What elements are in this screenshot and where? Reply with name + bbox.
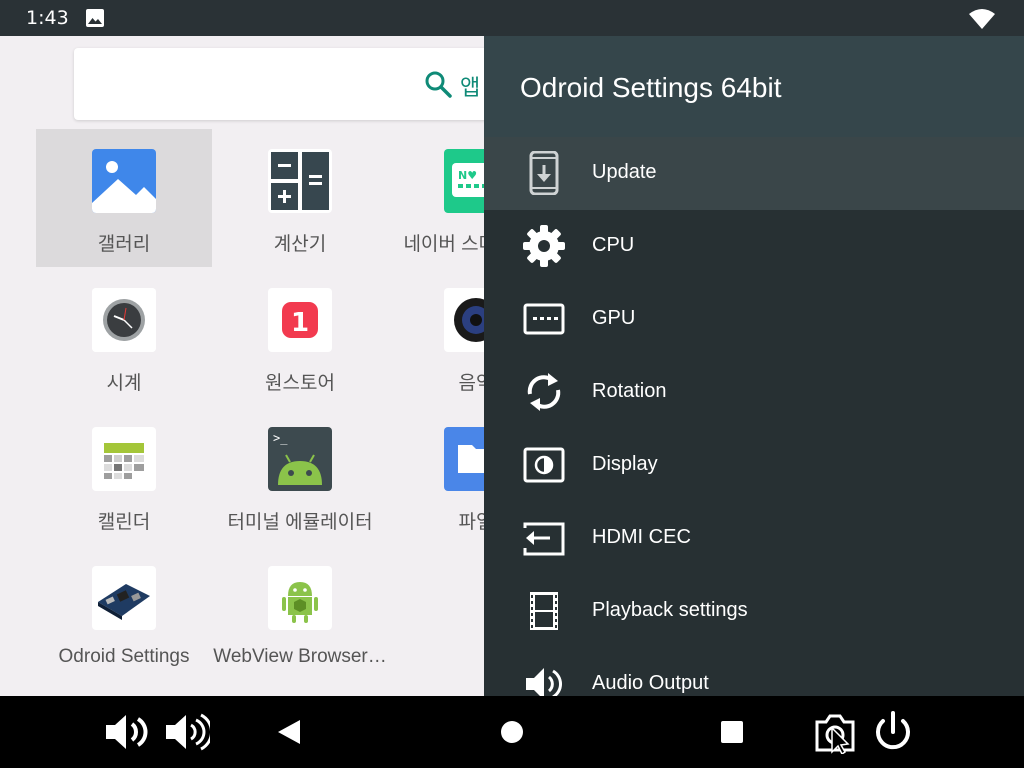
app-onestore[interactable]: 1 원스토어 xyxy=(212,268,388,406)
app-launcher: 앱 갤러리 계산기 N♥ 네이버 스 시계 1 원스토어 음 캘린더 >_ 터미… xyxy=(0,36,484,696)
drawer-header: Odroid Settings 64bit xyxy=(484,36,1024,137)
menu-item-label: Update xyxy=(592,161,657,183)
app-calendar[interactable]: 캘린더 xyxy=(36,407,212,545)
menu-item-gpu[interactable]: GPU xyxy=(484,283,1024,356)
menu-item-update[interactable]: Update xyxy=(484,137,1024,210)
settings-drawer: Odroid Settings 64bit Update CPU GPU Rot… xyxy=(484,36,1024,696)
files-icon xyxy=(444,427,484,491)
app-gallery[interactable]: 갤러리 xyxy=(36,129,212,267)
status-time: 1:43 xyxy=(26,7,69,29)
app-music[interactable]: 음악 xyxy=(388,268,484,406)
speaker-icon xyxy=(526,668,563,696)
app-label: 캘린더 xyxy=(97,512,151,533)
gallery-icon xyxy=(92,149,156,213)
gpu-icon xyxy=(523,303,565,335)
app-label: WebView Browser… xyxy=(213,646,387,667)
odroid-board-icon xyxy=(92,566,156,630)
webview-android-icon xyxy=(268,566,332,630)
menu-item-rotation[interactable]: Rotation xyxy=(484,356,1024,429)
wifi-icon xyxy=(969,9,995,29)
drawer-title: Odroid Settings 64bit xyxy=(520,72,782,103)
hdmi-cec-icon xyxy=(523,522,565,556)
keyboard-icon: N♥ xyxy=(444,149,484,213)
rotation-icon xyxy=(527,373,561,411)
screenshot-icon[interactable] xyxy=(812,710,858,754)
app-terminal-emulator[interactable]: >_ 터미널 에뮬레이터 xyxy=(212,407,388,545)
update-icon xyxy=(529,151,559,195)
clock-icon xyxy=(92,288,156,352)
back-icon[interactable] xyxy=(266,710,312,754)
navigation-bar xyxy=(0,696,1024,768)
menu-item-label: CPU xyxy=(592,234,635,256)
svg-text:N♥: N♥ xyxy=(458,169,477,182)
terminal-icon: >_ xyxy=(268,427,332,491)
app-label: 파일 xyxy=(458,512,484,533)
app-label: 터미널 에뮬레이터 xyxy=(227,512,373,533)
recents-icon[interactable] xyxy=(709,710,755,754)
menu-item-display[interactable]: Display xyxy=(484,429,1024,502)
menu-item-label: Playback settings xyxy=(592,599,748,621)
menu-item-playback-settings[interactable]: Playback settings xyxy=(484,575,1024,648)
menu-item-label: HDMI CEC xyxy=(592,526,691,548)
calendar-icon xyxy=(92,427,156,491)
calculator-icon xyxy=(268,149,332,213)
menu-item-label: Display xyxy=(592,453,658,475)
menu-item-label: Audio Output xyxy=(592,672,709,694)
music-icon xyxy=(444,288,484,352)
film-icon xyxy=(530,592,558,630)
volume-down-icon[interactable] xyxy=(104,710,150,754)
image-notification-icon xyxy=(86,9,104,27)
display-icon xyxy=(523,447,565,483)
app-clock[interactable]: 시계 xyxy=(36,268,212,406)
volume-up-icon[interactable] xyxy=(164,710,210,754)
svg-text:>_: >_ xyxy=(273,431,288,445)
app-calculator[interactable]: 계산기 xyxy=(212,129,388,267)
status-bar: 1:43 xyxy=(0,0,1024,36)
menu-item-hdmi-cec[interactable]: HDMI CEC xyxy=(484,502,1024,575)
gear-icon xyxy=(523,225,565,267)
menu-item-audio-output[interactable]: Audio Output xyxy=(484,648,1024,696)
search-icon xyxy=(425,71,452,98)
search-bar[interactable]: 앱 xyxy=(74,48,484,120)
onestore-icon: 1 xyxy=(268,288,332,352)
app-label: 원스토어 xyxy=(265,373,335,394)
menu-item-label: Rotation xyxy=(592,380,667,402)
app-label: 계산기 xyxy=(273,234,327,255)
app-files[interactable]: 파일 xyxy=(388,407,484,545)
home-icon[interactable] xyxy=(489,710,535,754)
app-webview-browser[interactable]: WebView Browser… xyxy=(212,546,388,684)
app-label: 네이버 스마트보드 xyxy=(403,234,484,255)
svg-text:1: 1 xyxy=(291,308,309,338)
menu-item-cpu[interactable]: CPU xyxy=(484,210,1024,283)
app-odroid-settings[interactable]: Odroid Settings xyxy=(36,546,212,684)
menu-item-label: GPU xyxy=(592,307,636,329)
app-label: 음악 xyxy=(458,373,484,394)
search-hint: 앱 xyxy=(460,76,481,101)
app-label: 시계 xyxy=(106,373,142,394)
power-icon[interactable] xyxy=(870,710,916,754)
app-label: 갤러리 xyxy=(97,234,151,255)
app-label: Odroid Settings xyxy=(58,646,190,667)
app-naver-smartboard[interactable]: N♥ 네이버 스마트보드 xyxy=(388,129,484,267)
